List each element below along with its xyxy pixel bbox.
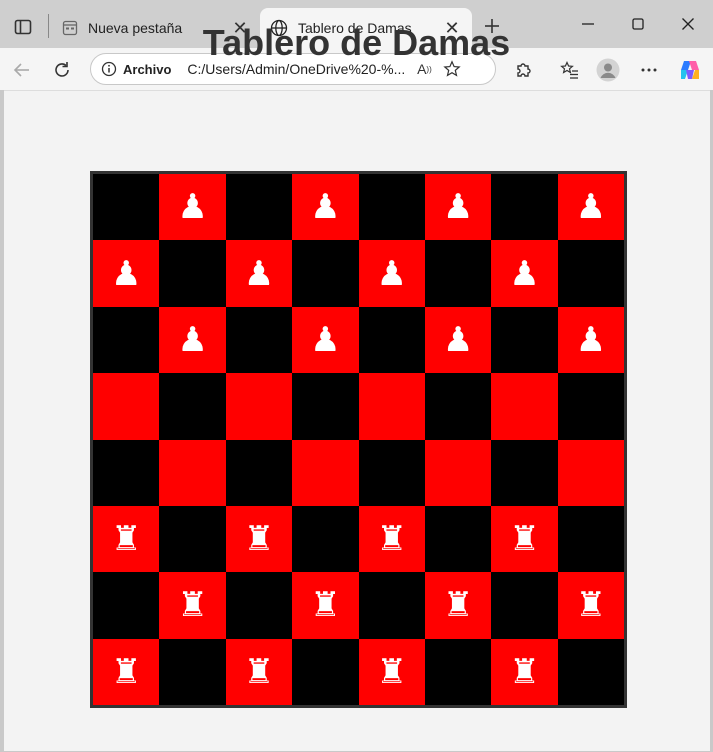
pawn-piece-icon[interactable]: ♟ bbox=[376, 257, 406, 291]
board-square[interactable]: ♜ bbox=[491, 505, 558, 573]
board-square[interactable] bbox=[159, 373, 226, 440]
rook-piece-icon[interactable]: ♜ bbox=[509, 522, 539, 556]
board-square[interactable]: ♜ bbox=[225, 638, 293, 705]
board-square[interactable] bbox=[292, 638, 359, 705]
board-square[interactable] bbox=[491, 174, 558, 241]
pawn-piece-icon[interactable]: ♟ bbox=[310, 323, 340, 357]
rook-piece-icon[interactable]: ♜ bbox=[376, 655, 406, 689]
pawn-piece-icon[interactable]: ♟ bbox=[177, 190, 207, 224]
rook-piece-icon[interactable]: ♜ bbox=[111, 655, 141, 689]
board-square[interactable]: ♜ bbox=[292, 572, 359, 639]
board-square[interactable]: ♜ bbox=[424, 572, 492, 639]
board-square[interactable] bbox=[292, 240, 359, 307]
board-square[interactable] bbox=[225, 373, 293, 440]
pawn-piece-icon[interactable]: ♟ bbox=[244, 257, 274, 291]
board-square[interactable]: ♟ bbox=[424, 174, 492, 241]
board-square[interactable]: ♟ bbox=[159, 174, 226, 241]
board-square[interactable] bbox=[93, 572, 160, 639]
board-square[interactable]: ♟ bbox=[292, 306, 359, 374]
rook-piece-icon[interactable]: ♜ bbox=[244, 522, 274, 556]
board-square[interactable] bbox=[358, 174, 425, 241]
board-square[interactable] bbox=[292, 505, 359, 573]
board-square[interactable] bbox=[159, 439, 226, 506]
board-square[interactable] bbox=[358, 306, 425, 374]
pawn-piece-icon[interactable]: ♟ bbox=[509, 257, 539, 291]
board-square[interactable] bbox=[358, 439, 425, 506]
board-square[interactable] bbox=[557, 439, 624, 506]
board-square[interactable] bbox=[491, 439, 558, 506]
board-square[interactable] bbox=[225, 572, 293, 639]
page-title: Tablero de Damas bbox=[202, 22, 511, 63]
board-square[interactable] bbox=[557, 505, 624, 573]
board-square[interactable]: ♜ bbox=[491, 638, 558, 705]
board-square[interactable]: ♜ bbox=[159, 572, 226, 639]
board-square[interactable]: ♜ bbox=[225, 505, 293, 573]
board-square[interactable] bbox=[225, 439, 293, 506]
board-square[interactable] bbox=[93, 306, 160, 374]
board-square[interactable]: ♟ bbox=[93, 240, 160, 307]
board-square[interactable] bbox=[225, 174, 293, 241]
board-square[interactable]: ♜ bbox=[557, 572, 624, 639]
board-square[interactable] bbox=[557, 638, 624, 705]
board-square[interactable] bbox=[93, 174, 160, 241]
board-square[interactable]: ♜ bbox=[93, 505, 160, 573]
pawn-piece-icon[interactable]: ♟ bbox=[177, 323, 207, 357]
board-square[interactable] bbox=[93, 439, 160, 506]
rook-piece-icon[interactable]: ♜ bbox=[376, 522, 406, 556]
pawn-piece-icon[interactable]: ♟ bbox=[443, 323, 473, 357]
rook-piece-icon[interactable]: ♜ bbox=[576, 588, 606, 622]
board-square[interactable]: ♟ bbox=[557, 306, 624, 374]
board-square[interactable] bbox=[424, 439, 492, 506]
board-square[interactable] bbox=[93, 373, 160, 440]
rook-piece-icon[interactable]: ♜ bbox=[509, 655, 539, 689]
board-square[interactable]: ♟ bbox=[358, 240, 425, 307]
rook-piece-icon[interactable]: ♜ bbox=[177, 588, 207, 622]
board-square[interactable] bbox=[491, 572, 558, 639]
pawn-piece-icon[interactable]: ♟ bbox=[111, 257, 141, 291]
rook-piece-icon[interactable]: ♜ bbox=[244, 655, 274, 689]
board-square[interactable]: ♜ bbox=[358, 505, 425, 573]
board-square[interactable] bbox=[424, 240, 492, 307]
board-square[interactable] bbox=[424, 638, 492, 705]
board-square[interactable] bbox=[557, 240, 624, 307]
board-square[interactable] bbox=[358, 373, 425, 440]
board-square[interactable]: ♟ bbox=[491, 240, 558, 307]
board-square[interactable] bbox=[292, 439, 359, 506]
board-square[interactable]: ♜ bbox=[93, 638, 160, 705]
pawn-piece-icon[interactable]: ♟ bbox=[443, 190, 473, 224]
board-square[interactable] bbox=[292, 373, 359, 440]
board-square[interactable]: ♟ bbox=[292, 174, 359, 241]
rook-piece-icon[interactable]: ♜ bbox=[443, 588, 473, 622]
checkers-board: ♟ ♟ ♟ ♟ ♟ ♟ ♟ ♟ ♟ ♟ ♟ ♟ ♜ ♜ ♜ ♜ ♜ ♜ ♜ ♜ ♜ ♜ ♜ ♜ bbox=[90, 171, 627, 708]
board-square[interactable] bbox=[159, 638, 226, 705]
board-square[interactable]: ♜ bbox=[358, 638, 425, 705]
board-square[interactable]: ♟ bbox=[557, 174, 624, 241]
rook-piece-icon[interactable]: ♜ bbox=[111, 522, 141, 556]
board-square[interactable] bbox=[491, 373, 558, 440]
rook-piece-icon[interactable]: ♜ bbox=[310, 588, 340, 622]
board-square[interactable] bbox=[491, 306, 558, 374]
board-square[interactable] bbox=[424, 373, 492, 440]
pawn-piece-icon[interactable]: ♟ bbox=[310, 190, 340, 224]
pawn-piece-icon[interactable]: ♟ bbox=[576, 323, 606, 357]
board-square[interactable] bbox=[557, 373, 624, 440]
board-square[interactable] bbox=[424, 505, 492, 573]
board-square[interactable]: ♟ bbox=[225, 240, 293, 307]
board-square[interactable] bbox=[358, 572, 425, 639]
board-square[interactable] bbox=[159, 505, 226, 573]
pawn-piece-icon[interactable]: ♟ bbox=[576, 190, 606, 224]
board-square[interactable]: ♟ bbox=[424, 306, 492, 374]
board-square[interactable] bbox=[225, 306, 293, 374]
board-square[interactable] bbox=[159, 240, 226, 307]
board-square[interactable]: ♟ bbox=[159, 306, 226, 374]
